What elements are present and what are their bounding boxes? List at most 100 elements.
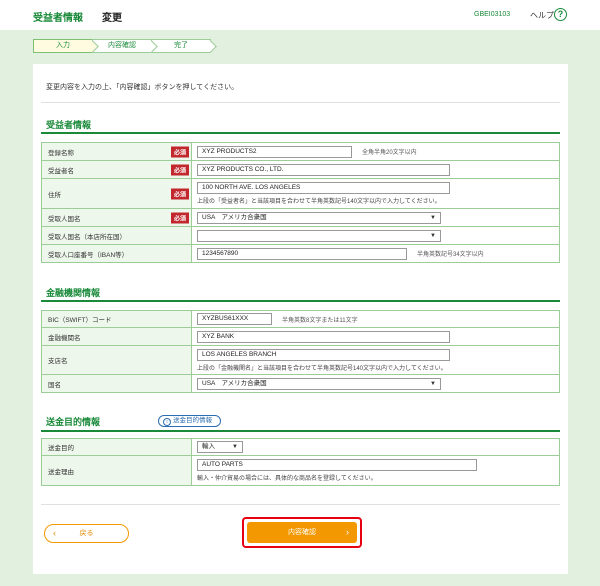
bank-name-input[interactable]: XYZ BANK <box>197 330 450 343</box>
address-note: 上段の「受益者名」と当該項目を合わせて半角英数記号140文字以内で入力してくださ… <box>197 199 441 205</box>
field-label: 受取人国名 必須 <box>41 208 192 227</box>
section-underline <box>41 430 560 432</box>
account-number-input[interactable]: 1234567890 <box>197 247 407 260</box>
field-value: 100 NORTH AVE. LOS ANGELES 上段の「受益者名」と当該項目… <box>191 178 560 209</box>
bank-table: BIC（SWIFT）コード XYZBUS61XXX 半角英数8文字または11文字 … <box>41 310 560 393</box>
section-title-bank: 金融機関情報 <box>46 288 101 298</box>
field-value: USA アメリカ合衆国 ▼ <box>191 374 560 393</box>
account-number-hint: 半角英数記号34文字以内 <box>417 252 484 258</box>
purpose-table: 送金目的 輸入 ▼ 送金理由 AUTO PARTS 輸入・仲介貿易の場合には、具体的… <box>41 438 560 486</box>
step-confirm: 内容確認 <box>92 39 158 53</box>
label-text: 受益者名 <box>48 167 74 175</box>
field-label: 住所 必須 <box>41 178 192 209</box>
hq-country-select[interactable]: ▼ <box>197 229 441 242</box>
dropdown-caret-icon: ▼ <box>430 380 436 387</box>
bic-input[interactable]: XYZBUS61XXX <box>197 313 272 325</box>
step-input: 入力 <box>33 39 99 53</box>
step-label: 内容確認 <box>108 42 136 49</box>
table-row: 受益者名 必須 XYZ PRODUCTS CO., LTD. <box>41 160 560 179</box>
section-title-purpose: 送金目的情報 <box>46 417 101 427</box>
beneficiary-table: 登録名称 必須 XYZ PRODUCTS2 全角半角20文字以内 受益者名 必須 XY… <box>41 142 560 263</box>
screen-id: GBEI03103 <box>474 11 511 18</box>
field-label: 登録名称 必須 <box>41 142 192 161</box>
required-badge: 必須 <box>170 146 189 157</box>
field-value: 輸入 ▼ <box>191 438 560 456</box>
field-label: 支店名 <box>41 345 192 375</box>
branch-name-input[interactable]: LOS ANGELES BRANCH <box>197 348 450 361</box>
label-text: 住所 <box>48 191 61 199</box>
confirm-button[interactable]: 内容確認 › <box>247 522 357 543</box>
branch-note: 上段の「金融機関名」と当該項目を合わせて半角英数記号140文字以内で入力してくだ… <box>197 365 447 372</box>
table-row: 住所 必須 100 NORTH AVE. LOS ANGELES 上段の「受益者名」… <box>41 178 560 209</box>
field-label: 送金目的 <box>41 438 192 456</box>
step-complete: 完了 <box>151 39 217 53</box>
field-value: USA アメリカ合衆国 ▼ <box>191 208 560 227</box>
address-input[interactable]: 100 NORTH AVE. LOS ANGELES <box>197 182 450 194</box>
label-text: 金融機関名 <box>48 334 81 342</box>
step-label: 完了 <box>174 42 188 49</box>
help-icon[interactable]: ? <box>554 8 567 21</box>
back-button-label: 戻る <box>79 530 94 537</box>
required-badge: 必須 <box>170 164 189 175</box>
beneficiary-name-input[interactable]: XYZ PRODUCTS CO., LTD. <box>197 163 450 176</box>
section-underline <box>41 300 560 302</box>
table-row: 受取人国名（本店所在国） ▼ <box>41 226 560 245</box>
field-label: 受取人口座番号（IBAN等） <box>41 244 192 263</box>
label-text: 受取人国名 <box>48 215 81 223</box>
label-text: 登録名称 <box>48 149 74 157</box>
table-row: 送金理由 AUTO PARTS 輸入・仲介貿易の場合には、具体的な商品名を登録して… <box>41 455 560 486</box>
table-row: 送金目的 輸入 ▼ <box>41 438 560 456</box>
table-row: 支店名 LOS ANGELES BRANCH 上段の「金融機関名」と当該項目を合わ… <box>41 345 560 375</box>
reason-note: 輸入・仲介貿易の場合には、具体的な商品名を登録してください。 <box>197 476 377 482</box>
section-underline <box>41 132 560 134</box>
country-select[interactable]: USA アメリカ合衆国 ▼ <box>197 211 441 224</box>
field-value: LOS ANGELES BRANCH 上段の「金融機関名」と当該項目を合わせて半角… <box>191 345 560 375</box>
table-row: 受取人国名 必須 USA アメリカ合衆国 ▼ <box>41 208 560 227</box>
label-text: 送金目的 <box>48 445 74 452</box>
registered-name-input[interactable]: XYZ PRODUCTS2 <box>197 145 352 158</box>
help-link[interactable]: ヘルプ <box>530 10 554 21</box>
page-subtitle: 変更 <box>102 13 122 24</box>
table-row: 国名 USA アメリカ合衆国 ▼ <box>41 374 560 393</box>
field-label: 国名 <box>41 374 192 393</box>
confirm-button-highlight: 内容確認 › <box>242 517 362 548</box>
chevron-right-icon: › <box>346 527 349 537</box>
field-label: BIC（SWIFT）コード <box>41 310 192 328</box>
bic-hint: 半角英数8文字または11文字 <box>282 317 358 324</box>
label-text: 受取人国名（本店所在国） <box>48 233 126 241</box>
dropdown-caret-icon: ▼ <box>430 214 436 221</box>
field-value: XYZ PRODUCTS CO., LTD. <box>191 160 560 179</box>
field-value: ▼ <box>191 226 560 245</box>
intro-text: 変更内容を入力の上、「内容確認」ボタンを押してください。 <box>46 84 239 91</box>
field-value: 1234567890 半角英数記号34文字以内 <box>191 244 560 263</box>
purpose-info-button[interactable]: ○ 送金目的情報 <box>158 415 221 427</box>
main-panel: 変更内容を入力の上、「内容確認」ボタンを押してください。 受益者情報 登録名称必… <box>33 64 568 574</box>
field-value: XYZBUS61XXX 半角英数8文字または11文字 <box>191 310 560 328</box>
back-button[interactable]: ‹ 戻る <box>44 524 129 543</box>
purpose-select[interactable]: 輸入 ▼ <box>197 441 243 453</box>
table-row: 受取人口座番号（IBAN等） 1234567890 半角英数記号34文字以内 <box>41 244 560 263</box>
reason-input[interactable]: AUTO PARTS <box>197 459 477 471</box>
dropdown-caret-icon: ▼ <box>232 444 238 450</box>
field-value: XYZ PRODUCTS2 全角半角20文字以内 <box>191 142 560 161</box>
dropdown-caret-icon: ▼ <box>430 232 436 239</box>
label-text: 支店名 <box>48 358 68 365</box>
divider <box>41 102 560 103</box>
table-row: 金融機関名 XYZ BANK <box>41 327 560 346</box>
country-select-value: USA アメリカ合衆国 <box>202 213 267 221</box>
label-text: 送金理由 <box>48 468 74 476</box>
top-bar: 受益者情報 変更 GBEI03103 ヘルプ ? <box>0 0 600 30</box>
step-label: 入力 <box>56 42 70 49</box>
field-label: 送金理由 <box>41 455 192 486</box>
section-title-beneficiary: 受益者情報 <box>46 120 92 130</box>
field-value: AUTO PARTS 輸入・仲介貿易の場合には、具体的な商品名を登録してください。 <box>191 455 560 486</box>
label-text: 受取人口座番号（IBAN等） <box>48 251 129 259</box>
search-icon: ○ <box>163 418 171 426</box>
required-badge: 必須 <box>170 188 189 199</box>
bank-country-select[interactable]: USA アメリカ合衆国 ▼ <box>197 377 441 390</box>
purpose-select-value: 輸入 <box>202 443 215 450</box>
registered-name-hint: 全角半角20文字以内 <box>362 150 417 156</box>
bank-country-select-value: USA アメリカ合衆国 <box>202 379 267 387</box>
required-badge: 必須 <box>170 212 189 223</box>
field-label: 金融機関名 <box>41 327 192 346</box>
